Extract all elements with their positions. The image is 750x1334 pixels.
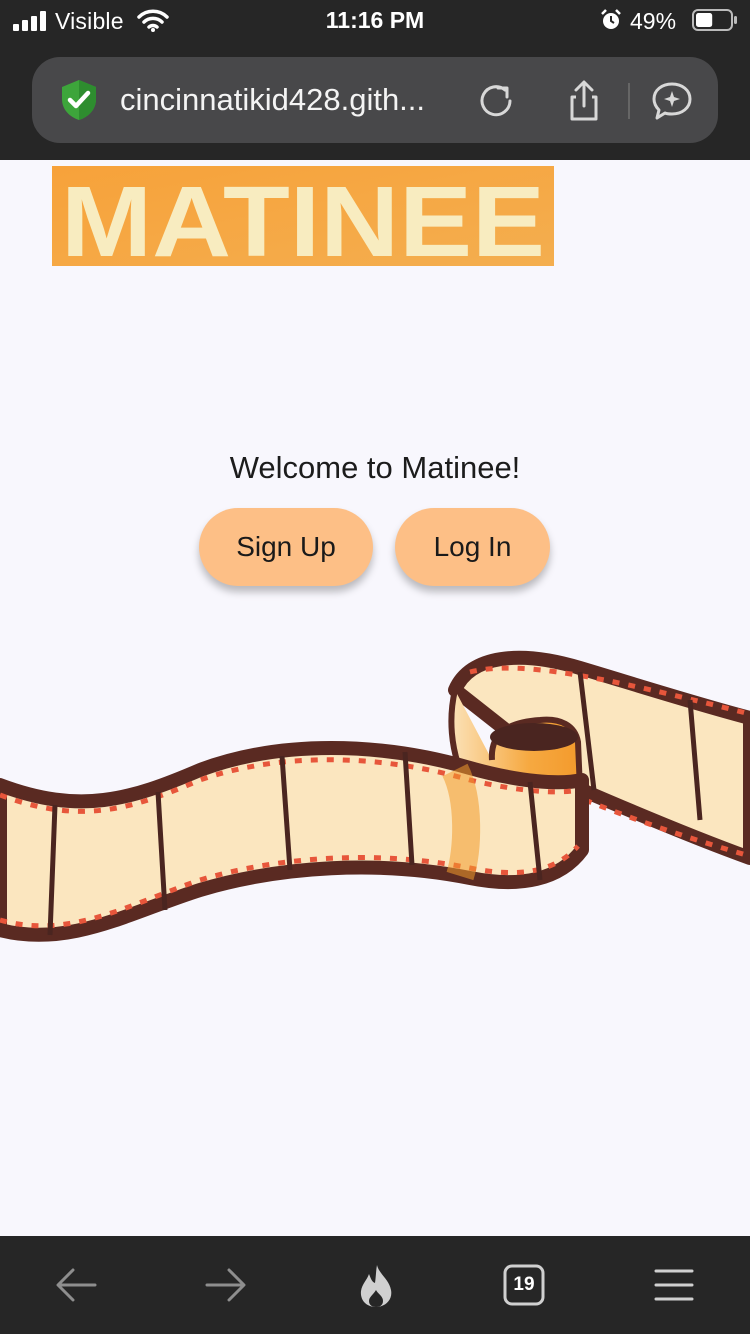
tabs-count: 19	[513, 1274, 535, 1295]
browser-address-area: cincinnatikid428.gith...	[0, 42, 750, 160]
tabs-button[interactable]: 19	[501, 1262, 547, 1308]
battery-percent: 49%	[630, 8, 677, 34]
welcome-heading: Welcome to Matinee!	[229, 450, 521, 485]
forward-arrow-icon[interactable]	[203, 1262, 249, 1308]
toolbar-divider	[628, 83, 630, 119]
logo-text: MATINEE	[61, 166, 545, 266]
logo-graphic: MATINEE	[52, 166, 554, 266]
log-in-button[interactable]: Log In	[395, 508, 550, 586]
url-text[interactable]: cincinnatikid428.gith...	[120, 82, 460, 118]
share-icon[interactable]	[562, 79, 606, 123]
battery-icon	[692, 9, 737, 31]
matinee-logo: MATINEE	[52, 166, 554, 266]
fire-icon[interactable]	[353, 1262, 399, 1308]
browser-toolbar: 19	[0, 1236, 750, 1334]
address-bar[interactable]: cincinnatikid428.gith...	[32, 57, 718, 143]
alarm-icon	[601, 9, 621, 29]
status-bar: Visible 11:16 PM 49%	[0, 0, 750, 42]
film-strip-illustration	[0, 650, 750, 942]
shield-check-icon[interactable]	[56, 77, 102, 123]
back-arrow-icon[interactable]	[53, 1262, 99, 1308]
menu-icon[interactable]	[651, 1262, 697, 1308]
assistant-icon[interactable]	[650, 79, 694, 123]
sign-up-button[interactable]: Sign Up	[199, 508, 373, 586]
reload-icon[interactable]	[474, 79, 518, 123]
